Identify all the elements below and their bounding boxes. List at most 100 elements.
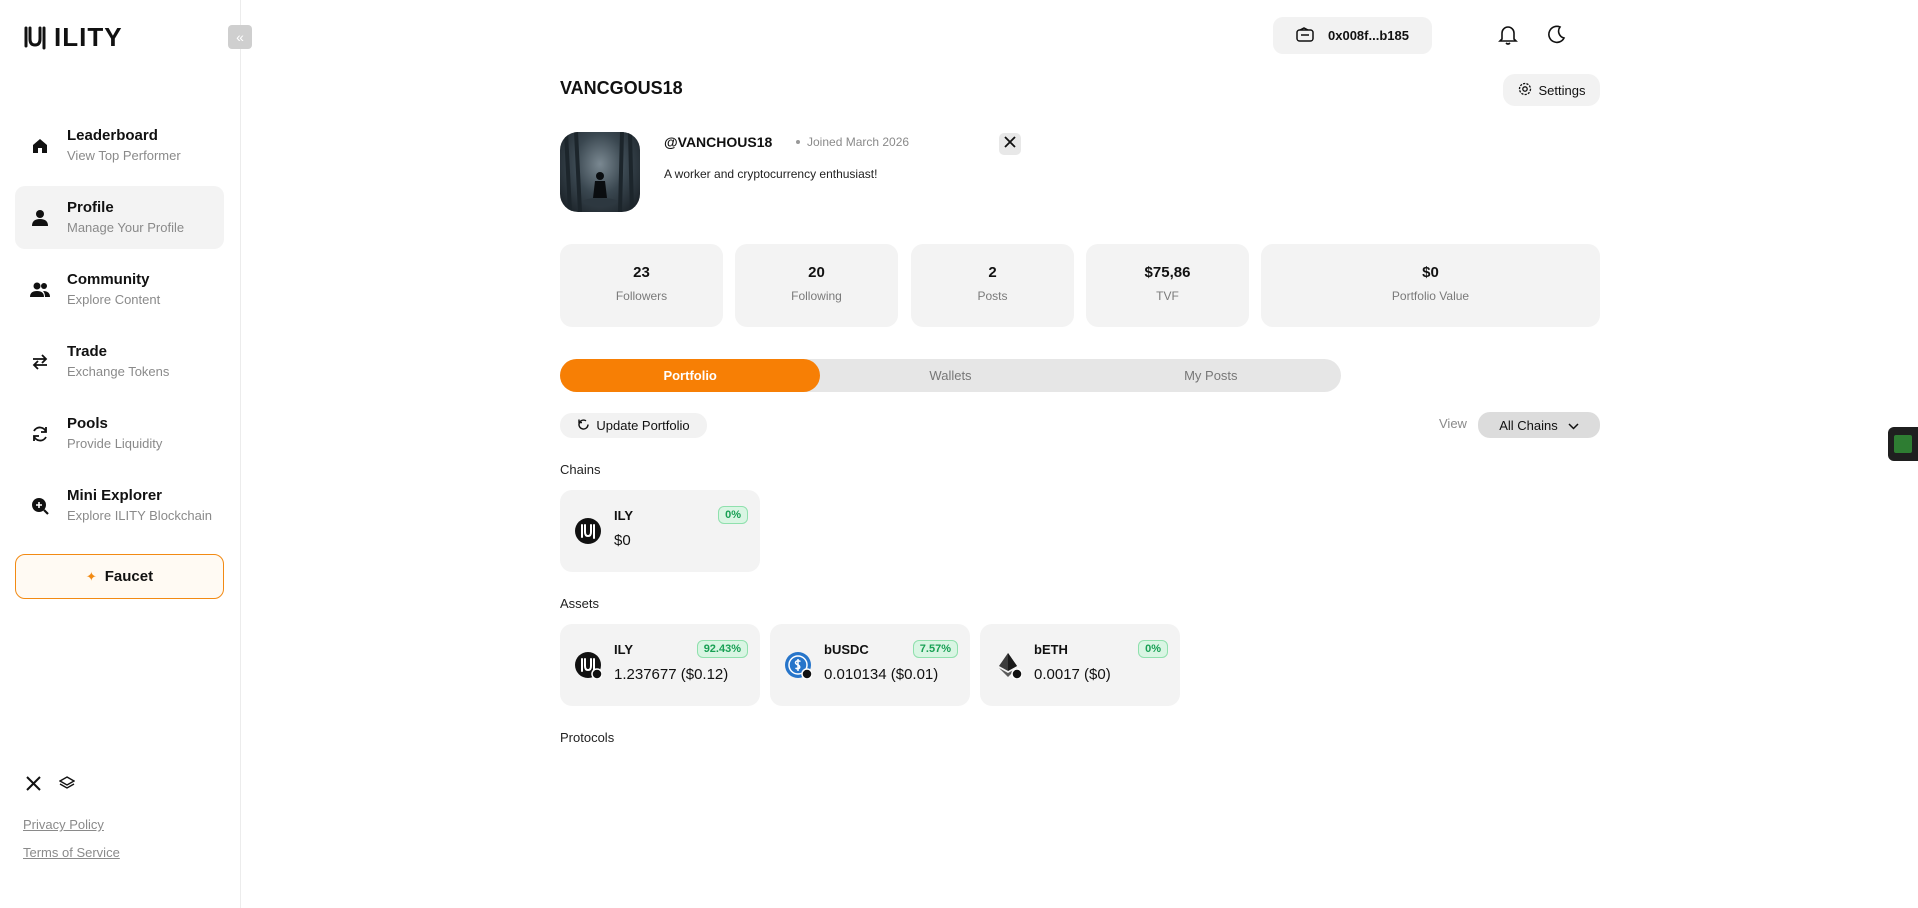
privacy-policy-link[interactable]: Privacy Policy: [23, 817, 104, 832]
asset-value: 0.010134 ($0.01): [824, 666, 939, 683]
avatar[interactable]: [560, 132, 640, 212]
bell-icon[interactable]: [1496, 23, 1520, 47]
ility-logo-icon: [24, 26, 46, 49]
stat-value: $75,86: [1144, 264, 1191, 281]
x-twitter-icon: [1004, 135, 1016, 153]
eth-token-icon: [999, 653, 1022, 679]
chain-value: $0: [614, 532, 631, 549]
avatar-image: [564, 132, 634, 212]
asset-share-badge: 7.57%: [912, 640, 958, 658]
stat-label: Portfolio Value: [1391, 289, 1470, 303]
faucet-label: Faucet: [104, 568, 154, 585]
sidebar-item-title: Leaderboard: [67, 126, 158, 144]
moon-icon[interactable]: [1544, 23, 1568, 47]
docs-layers-icon[interactable]: [58, 774, 76, 792]
chevron-down-icon: [1568, 418, 1579, 433]
stat-value: 20: [808, 264, 825, 281]
asset-share-badge: 0%: [1138, 640, 1168, 658]
sidebar-item-community[interactable]: Community Explore Content: [15, 258, 224, 321]
sidebar-item-subtitle: Provide Liquidity: [67, 435, 163, 451]
view-label: View: [1439, 416, 1467, 431]
settings-label: Settings: [1538, 82, 1586, 98]
asset-name: ILY: [614, 642, 634, 657]
protocols-section-title: Protocols: [560, 730, 615, 745]
user-icon: [29, 207, 51, 229]
stat-posts[interactable]: 2 Posts: [911, 244, 1074, 327]
asset-card[interactable]: bUSDC 0.010134 ($0.01) 7.57%: [770, 624, 970, 706]
stat-followers[interactable]: 23 Followers: [560, 244, 723, 327]
ily-token-icon: [575, 518, 601, 544]
chain-share-badge: 0%: [718, 506, 748, 524]
wallet-icon: [1296, 26, 1314, 45]
sidebar-item-title: Community: [67, 270, 150, 288]
swap-icon: [29, 351, 51, 373]
stat-value: 23: [633, 264, 650, 281]
sidebar-item-profile[interactable]: Profile Manage Your Profile: [15, 186, 224, 249]
ily-token-icon: [575, 652, 602, 679]
wallet-address: 0x008f...b185: [1328, 28, 1409, 43]
collapse-sidebar-button[interactable]: «: [228, 25, 252, 49]
asset-name: bUSDC: [824, 642, 869, 657]
image-icon: [1894, 435, 1912, 453]
tab-wallets[interactable]: Wallets: [820, 359, 1080, 392]
sidebar-item-subtitle: Manage Your Profile: [67, 219, 185, 235]
users-icon: [29, 279, 51, 301]
chain-filter-select[interactable]: All Chains: [1478, 412, 1600, 438]
wallet-address-button[interactable]: 0x008f...b185: [1273, 17, 1432, 54]
home-icon: [29, 135, 51, 157]
x-profile-link-button[interactable]: [999, 133, 1021, 155]
chevrons-left-icon: «: [236, 29, 244, 45]
refresh-icon: [29, 423, 51, 445]
stat-value: 2: [988, 264, 997, 281]
sidebar-item-subtitle: Explore Content: [67, 291, 161, 307]
sidebar-item-mini-explorer[interactable]: Mini Explorer Explore ILITY Blockchain: [15, 474, 224, 537]
chain-filter-value: All Chains: [1499, 417, 1558, 433]
brand-name: ILITY: [54, 22, 123, 52]
social-links: [24, 774, 76, 792]
faucet-button[interactable]: ✦ Faucet: [15, 554, 224, 599]
terms-of-service-link[interactable]: Terms of Service: [23, 845, 120, 860]
sidebar-nav: Leaderboard View Top Performer Profile M…: [15, 114, 224, 546]
usdc-token-icon: [785, 652, 812, 679]
tab-portfolio[interactable]: Portfolio: [560, 359, 821, 392]
joined-date: Joined March 2026: [796, 135, 909, 149]
settings-button[interactable]: Settings: [1503, 74, 1600, 106]
stat-following[interactable]: 20 Following: [735, 244, 898, 327]
update-portfolio-button[interactable]: Update Portfolio: [560, 413, 707, 438]
stat-portfolio-value: $0 Portfolio Value: [1261, 244, 1600, 327]
sidebar-item-leaderboard[interactable]: Leaderboard View Top Performer: [15, 114, 224, 177]
profile-handle: @VANCHOUS18: [664, 134, 773, 150]
refresh-icon: [577, 418, 590, 434]
sidebar: ILITY « Leaderboard View Top Performer P…: [0, 0, 252, 908]
page-title: VANCGOUS18: [560, 78, 683, 98]
tab-my-posts[interactable]: My Posts: [1081, 359, 1341, 392]
stat-value: $0: [1422, 264, 1439, 281]
x-twitter-icon[interactable]: [24, 774, 42, 792]
asset-card[interactable]: ILY 1.237677 ($0.12) 92.43%: [560, 624, 760, 706]
sidebar-item-trade[interactable]: Trade Exchange Tokens: [15, 330, 224, 393]
stat-tvf: $75,86 TVF: [1086, 244, 1249, 327]
asset-share-badge: 92.43%: [696, 640, 748, 658]
search-plus-icon: [29, 495, 51, 517]
sidebar-item-title: Profile: [67, 198, 114, 216]
sidebar-item-title: Trade: [67, 342, 108, 360]
profile-tabs: Portfolio Wallets My Posts: [560, 359, 1341, 392]
stat-label: TVF: [1156, 289, 1179, 303]
sidebar-item-title: Pools: [67, 414, 108, 432]
sparkle-icon: ✦: [85, 568, 97, 584]
separator-dot: [796, 140, 800, 144]
profile-bio: A worker and cryptocurrency enthusiast!: [664, 167, 878, 181]
gear-icon: [1518, 82, 1532, 99]
sidebar-item-pools[interactable]: Pools Provide Liquidity: [15, 402, 224, 465]
chains-section-title: Chains: [560, 462, 601, 477]
chain-card[interactable]: ILY $0 0%: [560, 490, 760, 572]
chain-name: ILY: [614, 508, 634, 523]
sidebar-item-subtitle: Exchange Tokens: [67, 363, 170, 379]
stat-label: Posts: [977, 289, 1008, 303]
brand-logo[interactable]: ILITY: [22, 22, 123, 53]
stat-label: Following: [791, 289, 842, 303]
extension-side-tab[interactable]: [1888, 427, 1918, 461]
sidebar-item-subtitle: Explore ILITY Blockchain: [67, 507, 212, 523]
update-portfolio-label: Update Portfolio: [596, 418, 690, 433]
asset-card[interactable]: bETH 0.0017 ($0) 0%: [980, 624, 1180, 706]
